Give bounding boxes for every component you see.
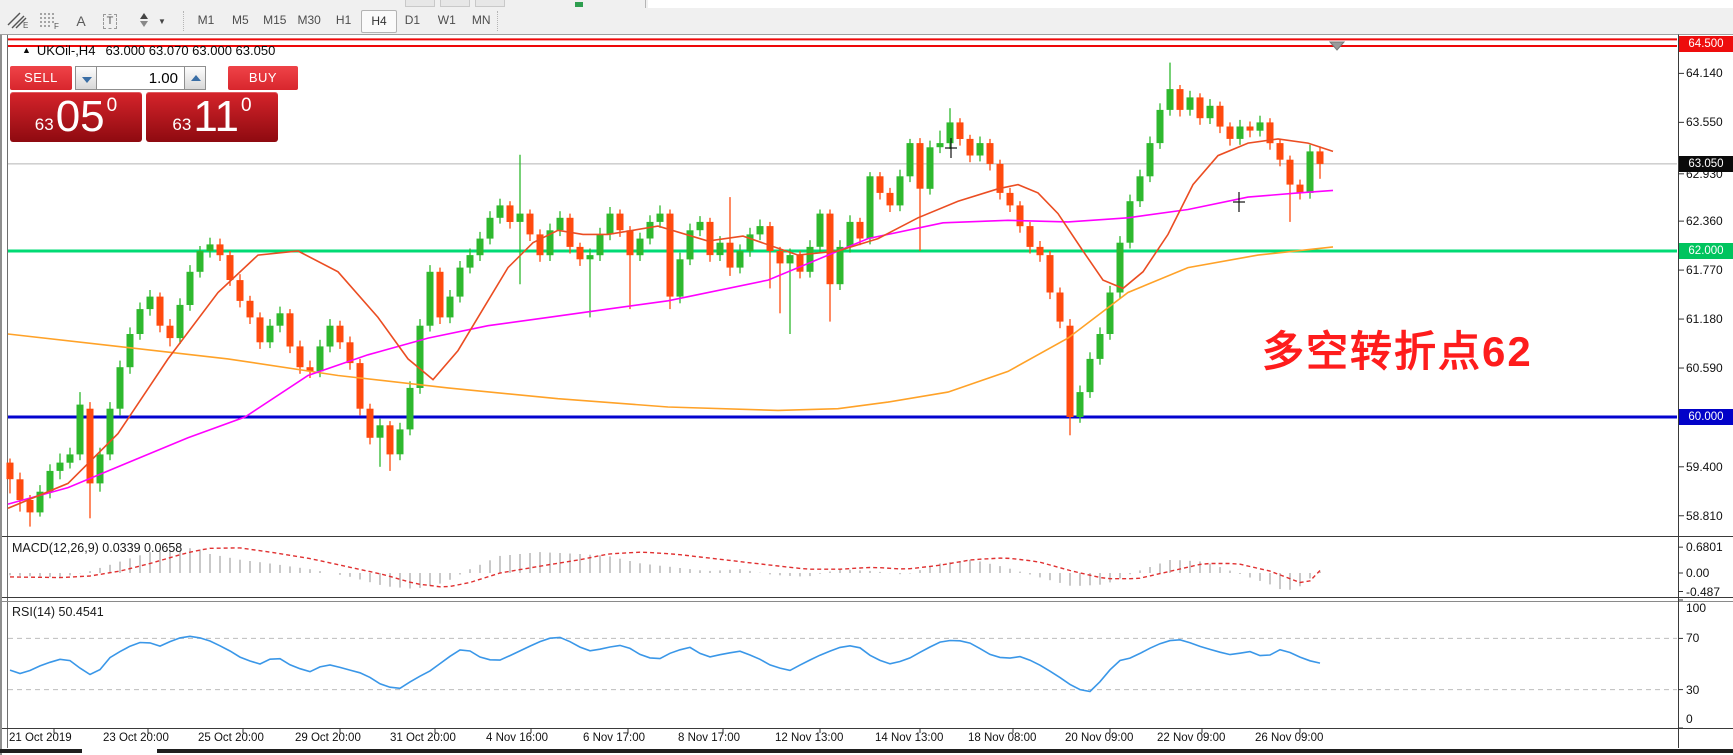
chart-title: ▲ UKOil-,H4 63.000 63.070 63.000 63.050 — [22, 43, 275, 58]
price-axis-label: 59.400 — [1686, 459, 1723, 474]
macd-signal-line — [9, 547, 1321, 588]
volume-increase-button[interactable] — [184, 66, 206, 90]
price-axis-label: 63.550 — [1686, 115, 1723, 130]
macd-histogram — [9, 548, 1321, 590]
price-axis-label: 61.770 — [1686, 263, 1723, 278]
rsi-axis-label: 100 — [1686, 601, 1707, 615]
macd-axis-label: 0.6801 — [1686, 540, 1723, 555]
buy-button[interactable]: BUY — [228, 66, 298, 90]
price-badge-63.050: 63.050 — [1679, 155, 1733, 172]
date-label: 29 Oct 20:00 — [295, 732, 361, 744]
ma-fast-line — [7, 138, 1334, 510]
date-label: 25 Oct 20:00 — [198, 732, 264, 744]
price-axis-label: 60.590 — [1686, 361, 1723, 376]
buy-price-main: 11 — [193, 92, 240, 141]
date-label: 18 Nov 08:00 — [968, 732, 1037, 744]
mt4-window: E F A T ▼ M1 M5 M15 M30 H1 H4 D1 W1 MN ▲… — [0, 0, 1733, 755]
price-axis-label: 58.810 — [1686, 508, 1723, 523]
rsi-line — [9, 635, 1321, 693]
price-axis-label: 62.360 — [1686, 214, 1723, 229]
down-arrow-icon — [82, 77, 92, 83]
price-axis-label: 64.140 — [1686, 66, 1723, 81]
date-label: 23 Oct 20:00 — [103, 732, 169, 744]
macd-axis-label: 0.00 — [1686, 566, 1710, 580]
sell-button[interactable]: SELL — [10, 66, 72, 90]
sell-price-sup: 0 — [106, 95, 118, 116]
date-label: 22 Nov 09:00 — [1157, 732, 1226, 744]
rsi-axis-label: 0 — [1686, 712, 1693, 726]
date-label: 8 Nov 17:00 — [678, 732, 741, 744]
date-label: 14 Nov 13:00 — [875, 732, 944, 744]
symbol-name: UKOil-,H4 — [36, 43, 96, 58]
buy-price-sup: 0 — [241, 95, 252, 116]
price-axis-label: 61.180 — [1686, 312, 1723, 327]
date-label: 6 Nov 17:00 — [583, 732, 646, 744]
rsi-axis-label: 30 — [1686, 682, 1700, 697]
date-label: 4 Nov 16:00 — [486, 732, 549, 744]
buy-price-box[interactable]: 63 11 0 — [146, 92, 278, 142]
volume-decrease-button[interactable] — [75, 66, 97, 90]
macd-label: MACD(12,26,9) 0.0339 0.0658 — [12, 541, 183, 555]
rsi-axis-label: 70 — [1686, 631, 1700, 646]
sell-price-prefix: 63 — [34, 115, 54, 134]
sell-price-box[interactable]: 63 05 0 — [10, 92, 142, 142]
macd-axis-label: -0.487 — [1686, 584, 1721, 599]
date-label: 26 Nov 09:00 — [1255, 732, 1324, 744]
scrollbar-gap — [82, 749, 157, 753]
date-label: 12 Nov 13:00 — [775, 732, 844, 744]
rsi-label: RSI(14) 50.4541 — [12, 605, 104, 619]
ohlc-values: 63.000 63.070 63.000 63.050 — [105, 43, 276, 58]
price-badge-60.000: 60.000 — [1679, 409, 1733, 425]
price-badge-64.500: 64.500 — [1679, 35, 1733, 52]
up-arrow-icon — [191, 75, 201, 81]
buy-price-prefix: 63 — [172, 115, 192, 134]
price-badge-62.000: 62.000 — [1679, 243, 1733, 259]
sell-price-main: 05 — [55, 92, 105, 141]
date-label: 21 Oct 2019 — [9, 732, 72, 744]
date-label: 31 Oct 20:00 — [390, 732, 456, 744]
collapse-arrow-icon[interactable]: ▲ — [22, 45, 31, 55]
date-label: 20 Nov 09:00 — [1065, 732, 1134, 744]
volume-input[interactable] — [97, 66, 184, 90]
scrollbar-track[interactable] — [0, 749, 1733, 753]
chart-annotation-text: 多空转折点62 — [1262, 328, 1533, 375]
